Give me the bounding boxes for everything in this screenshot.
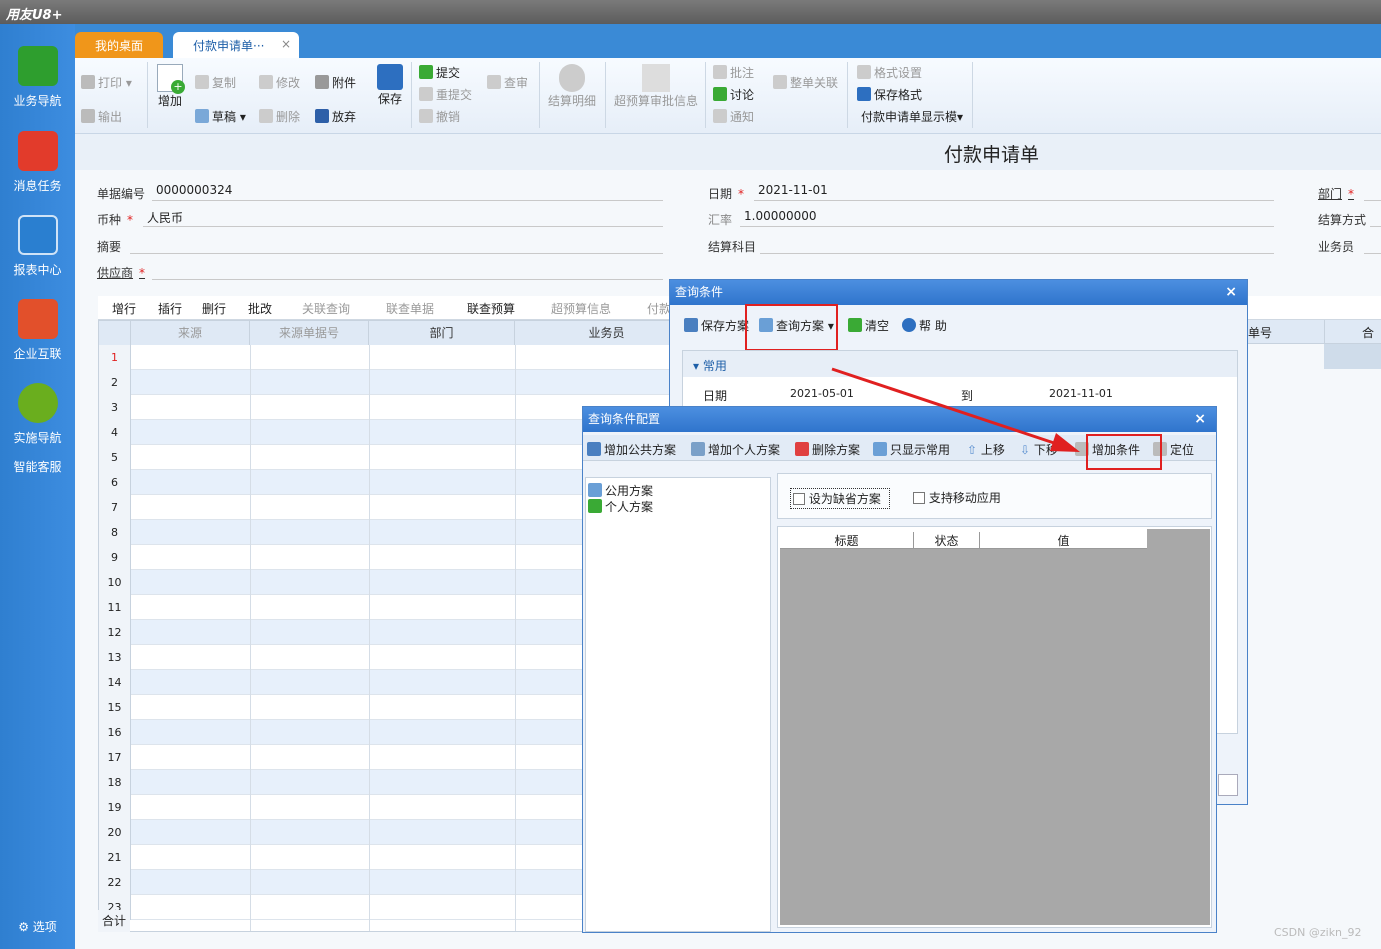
annotation-arrow	[831, 367, 1080, 452]
arrow-head	[1050, 433, 1080, 452]
arrow-line	[831, 367, 1067, 449]
watermark: CSDN @zikn_92	[1274, 926, 1362, 939]
